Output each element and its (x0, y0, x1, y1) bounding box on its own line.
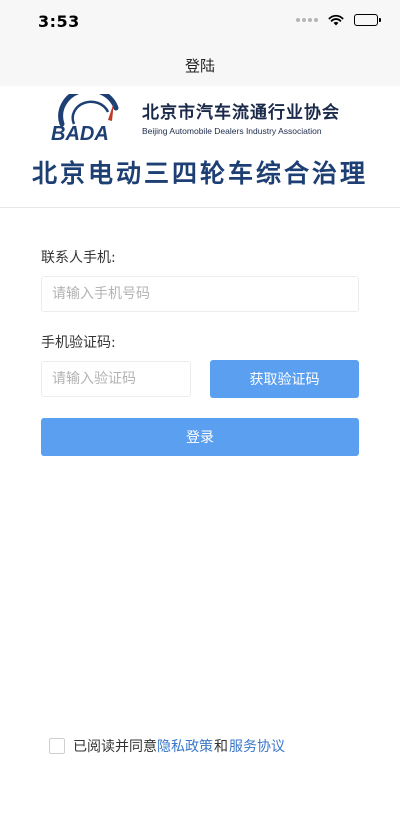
cellular-signal-icon (296, 18, 318, 22)
agreement-text: 已阅读并同意 (73, 739, 157, 755)
association-name-cn: 北京市汽车流通行业协会 (142, 103, 340, 123)
verification-code-row: 获取验证码 (41, 360, 359, 398)
login-form: 联系人手机: 手机验证码: 获取验证码 登录 (41, 248, 359, 456)
phone-label: 联系人手机: (41, 250, 116, 266)
status-time: 3:53 (38, 12, 80, 31)
nav-bar: 登陆 (0, 44, 400, 86)
brand-header: BADA 北京市汽车流通行业协会 Beijing Automobile Deal… (0, 86, 400, 208)
agreement-and: 和 (214, 739, 228, 755)
verification-code-label: 手机验证码: (41, 335, 116, 351)
wifi-icon (328, 14, 344, 26)
verification-code-input[interactable] (41, 361, 191, 397)
logo-wordmark: BADA (51, 123, 109, 144)
agreement-row: 已阅读并同意 隐私政策 和 服务协议 (49, 736, 285, 756)
page-title: 登陆 (184, 56, 215, 75)
login-button[interactable]: 登录 (41, 418, 359, 456)
get-code-button[interactable]: 获取验证码 (210, 360, 359, 398)
agreement-checkbox[interactable] (49, 738, 65, 754)
association-name-en: Beijing Automobile Dealers Industry Asso… (142, 126, 322, 136)
app-title: 北京电动三四轮车综合治理 (31, 159, 368, 188)
status-icons (296, 14, 381, 26)
status-bar: 3:53 (0, 0, 400, 44)
association-logo: BADA 北京市汽车流通行业协会 Beijing Automobile Deal… (50, 94, 360, 144)
service-agreement-link[interactable]: 服务协议 (229, 736, 285, 756)
battery-icon (354, 14, 381, 26)
bada-logo-icon: BADA (51, 94, 119, 144)
phone-input[interactable] (41, 276, 359, 312)
privacy-policy-link[interactable]: 隐私政策 (157, 736, 213, 756)
association-name: 北京市汽车流通行业协会 Beijing Automobile Dealers I… (142, 98, 340, 136)
